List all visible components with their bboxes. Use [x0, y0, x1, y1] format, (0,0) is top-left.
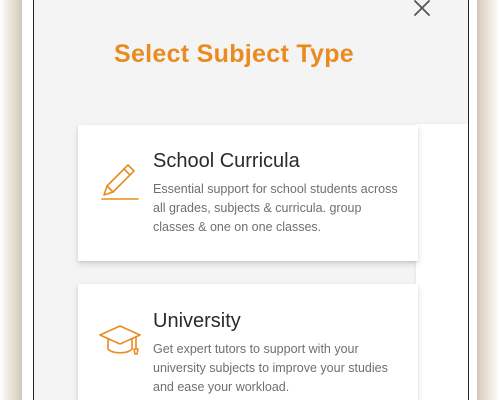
next-card-peek — [416, 124, 468, 400]
phone-bezel-left — [0, 0, 22, 400]
phone-frame: Select Subject Type School Curricula Ess… — [0, 0, 499, 400]
card-title: School Curricula — [153, 150, 300, 172]
phone-bezel-right — [477, 0, 499, 400]
card-title: University — [153, 310, 241, 332]
close-icon — [414, 0, 430, 16]
pencil-icon — [98, 161, 142, 210]
close-button[interactable] — [410, 0, 434, 20]
subject-type-modal: Select Subject Type School Curricula Ess… — [33, 0, 469, 400]
university-card[interactable]: University Get expert tutors to support … — [78, 284, 418, 400]
graduation-cap-icon — [98, 319, 142, 368]
card-description: Get expert tutors to support with your u… — [153, 342, 388, 394]
school-curricula-card[interactable]: School Curricula Essential support for s… — [78, 125, 418, 261]
modal-title: Select Subject Type — [113, 40, 355, 68]
card-description: Essential support for school students ac… — [153, 182, 398, 234]
